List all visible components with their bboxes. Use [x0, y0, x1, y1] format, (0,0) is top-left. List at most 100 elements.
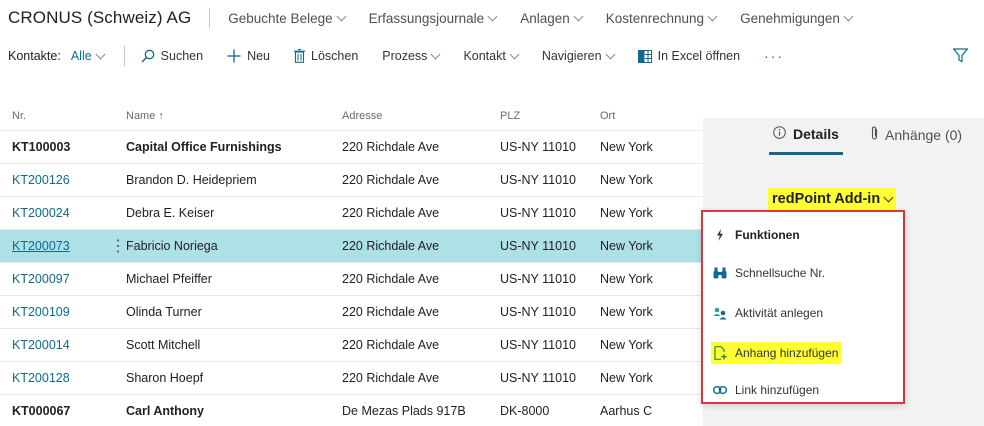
- more-options-button[interactable]: ···: [764, 48, 784, 64]
- nav-kostenrechnung[interactable]: Kostenrechnung: [605, 10, 718, 26]
- nav-gebuchte-belege[interactable]: Gebuchte Belege: [228, 10, 347, 26]
- plus-icon: [227, 49, 241, 63]
- contact-number[interactable]: KT100003: [0, 140, 110, 154]
- table-row[interactable]: KT100003 Capital Office Furnishings 220 …: [0, 130, 703, 163]
- search-button[interactable]: Suchen: [141, 49, 203, 63]
- nav-erfassungsjournale[interactable]: Erfassungsjournale: [368, 10, 498, 26]
- divider: [123, 46, 125, 66]
- contact-address: 220 Richdale Ave: [342, 272, 440, 286]
- menu-item-funktionen[interactable]: Funktionen: [711, 224, 800, 246]
- contact-ort: Aarhus C: [600, 404, 653, 418]
- contact-number[interactable]: KT200073: [0, 239, 110, 253]
- open-in-excel-button[interactable]: In Excel öffnen: [637, 49, 741, 63]
- contact-plz: US-NY 11010: [500, 140, 576, 154]
- delete-button[interactable]: Löschen: [294, 49, 358, 63]
- chevron-down-icon: [336, 11, 347, 21]
- paperclip-icon: [870, 126, 879, 144]
- table-row[interactable]: KT000067 Carl Anthony De Mezas Plads 917…: [0, 394, 703, 426]
- chevron-down-icon: [883, 192, 894, 202]
- link-icon: [711, 386, 729, 394]
- chevron-down-icon: [509, 49, 520, 59]
- chevron-down-icon: [707, 11, 718, 21]
- contact-name: Carl Anthony: [126, 404, 205, 418]
- table-row[interactable]: KT200128 Sharon Hoepf 220 Richdale Ave U…: [0, 361, 703, 394]
- contact-ort: New York: [600, 305, 653, 319]
- contact-plz: US-NY 11010: [500, 206, 576, 220]
- redpoint-addin-dropdown[interactable]: redPoint Add-in: [768, 188, 897, 210]
- menu-item-schnellsuche[interactable]: Schnellsuche Nr.: [711, 262, 825, 284]
- factbox-tabs: Details Anhänge (0): [703, 118, 984, 155]
- contact-label: Kontakt: [463, 49, 506, 63]
- chevron-down-icon: [487, 11, 498, 21]
- contact-number[interactable]: KT200097: [0, 272, 110, 286]
- contact-name: Michael Pfeiffer: [126, 272, 212, 286]
- contact-address: 220 Richdale Ave: [342, 305, 440, 319]
- view-filter-dropdown[interactable]: Alle: [70, 49, 106, 63]
- contact-number[interactable]: KT000067: [0, 404, 110, 418]
- menu-item-anhang-hinzufuegen[interactable]: Anhang hinzufügen: [711, 342, 843, 364]
- nav-label: Gebuchte Belege: [228, 10, 333, 26]
- delete-label: Löschen: [311, 49, 359, 63]
- contact-address: 220 Richdale Ave: [342, 338, 440, 352]
- contact-address: 220 Richdale Ave: [342, 239, 440, 253]
- tab-attachments[interactable]: Anhänge (0): [870, 126, 962, 144]
- contact-ort: New York: [600, 338, 653, 352]
- nav-label: Kostenrechnung: [605, 10, 705, 26]
- contact-ort: New York: [600, 140, 653, 154]
- menu-item-link-hinzufuegen[interactable]: Link hinzufügen: [711, 379, 819, 401]
- header-plz[interactable]: PLZ: [500, 110, 600, 122]
- chevron-down-icon: [843, 11, 854, 21]
- table-row[interactable]: KT200097 Michael Pfeiffer 220 Richdale A…: [0, 262, 703, 295]
- menu-item-label: Funktionen: [735, 228, 800, 242]
- menu-item-label: Link hinzufügen: [735, 383, 820, 397]
- chevron-down-icon: [605, 49, 616, 59]
- table-row[interactable]: KT200024 Debra E. Keiser 220 Richdale Av…: [0, 196, 703, 229]
- table-row[interactable]: KT200014 Scott Mitchell 220 Richdale Ave…: [0, 328, 703, 361]
- company-name[interactable]: CRONUS (Schweiz) AG: [0, 8, 191, 28]
- contact-name: Capital Office Furnishings: [126, 140, 282, 154]
- contact-address: 220 Richdale Ave: [342, 371, 440, 385]
- filter-label: Alle: [70, 49, 92, 63]
- contact-ort: New York: [600, 272, 653, 286]
- contact-name: Olinda Turner: [126, 305, 202, 319]
- contact-number[interactable]: KT200128: [0, 371, 110, 385]
- header-address[interactable]: Adresse: [342, 110, 500, 122]
- tab-details[interactable]: Details: [773, 126, 839, 142]
- nav-label: Genehmigungen: [740, 10, 840, 26]
- contact-name: Brandon D. Heidepriem: [126, 173, 257, 187]
- excel-label: In Excel öffnen: [657, 49, 741, 63]
- nav-label: Erfassungsjournale: [368, 10, 485, 26]
- header-nr[interactable]: Nr.: [0, 110, 110, 122]
- row-actions-icon[interactable]: ⋮: [110, 236, 126, 256]
- table-row[interactable]: KT200126 Brandon D. Heidepriem 220 Richd…: [0, 163, 703, 196]
- new-button[interactable]: Neu: [227, 49, 270, 63]
- contact-menu[interactable]: Kontakt: [463, 49, 520, 63]
- nav-anlagen[interactable]: Anlagen: [520, 11, 584, 26]
- divider: [209, 8, 211, 28]
- process-menu[interactable]: Prozess: [382, 49, 441, 63]
- new-label: Neu: [247, 49, 271, 63]
- excel-icon: [637, 49, 652, 63]
- addin-label: redPoint Add-in: [772, 191, 881, 207]
- contact-number[interactable]: KT200014: [0, 338, 110, 352]
- contact-ort: New York: [600, 239, 653, 253]
- bolt-icon: [711, 229, 729, 241]
- chevron-down-icon: [573, 11, 584, 21]
- chevron-down-icon: [430, 49, 441, 59]
- contact-number[interactable]: KT200024: [0, 206, 110, 220]
- table-row-selected[interactable]: KT200073 ⋮ Fabricio Noriega 220 Richdale…: [0, 229, 703, 262]
- contact-address: 220 Richdale Ave: [342, 206, 440, 220]
- navigate-menu[interactable]: Navigieren: [542, 49, 616, 63]
- menu-item-label: Anhang hinzufügen: [735, 346, 839, 360]
- trash-icon: [294, 49, 306, 63]
- contact-number[interactable]: KT200126: [0, 173, 110, 187]
- contact-number[interactable]: KT200109: [0, 305, 110, 319]
- nav-genehmigungen[interactable]: Genehmigungen: [740, 10, 854, 26]
- header-ort[interactable]: Ort: [600, 110, 703, 122]
- contact-plz: US-NY 11010: [500, 305, 576, 319]
- contact-name: Debra E. Keiser: [126, 206, 215, 220]
- table-row[interactable]: KT200109 Olinda Turner 220 Richdale Ave …: [0, 295, 703, 328]
- menu-item-aktivitaet[interactable]: Aktivität anlegen: [711, 302, 823, 324]
- filter-icon[interactable]: [952, 48, 969, 66]
- header-name[interactable]: Name ↑: [126, 110, 342, 122]
